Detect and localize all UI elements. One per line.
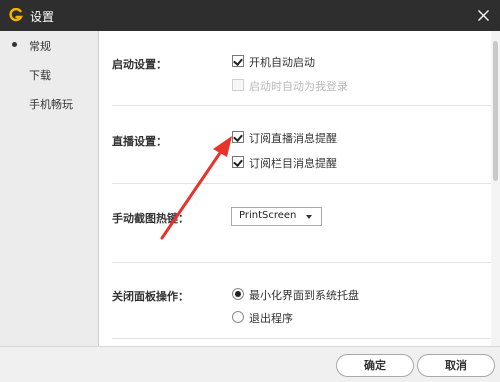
auto-start-checkbox[interactable]: [232, 55, 244, 67]
vertical-scrollbar[interactable]: [491, 31, 500, 346]
section-divider: [112, 105, 491, 106]
exit-program-radio[interactable]: [232, 311, 244, 323]
close-panel-label: 关闭面板操作：: [112, 290, 189, 303]
startup-settings-label: 启动设置：: [112, 58, 167, 71]
column-reminder-checkbox[interactable]: [232, 156, 244, 168]
checkmark-icon: [233, 56, 243, 66]
sidebar-item-label: 下载: [29, 69, 51, 82]
live-reminder-label: 订阅直播消息提醒: [249, 132, 337, 145]
ok-button[interactable]: 确定: [336, 354, 414, 377]
window-title: 设置: [30, 10, 55, 24]
column-reminder-label: 订阅栏目消息提醒: [249, 157, 337, 170]
chevron-down-icon: [306, 215, 312, 219]
minimize-to-tray-radio[interactable]: [232, 288, 244, 300]
hotkey-value: PrintScreen: [239, 210, 297, 221]
auto-start-label: 开机自动启动: [249, 56, 315, 69]
sidebar-item-download[interactable]: 下载: [0, 60, 99, 90]
auto-login-label: 启动时自动为我登录: [249, 80, 348, 93]
sidebar-item-mobile-play[interactable]: 手机畅玩: [0, 89, 99, 119]
checkmark-icon: [233, 157, 243, 167]
sidebar-item-label: 常规: [29, 40, 51, 53]
title-bar: 设置: [0, 0, 500, 31]
hotkey-dropdown[interactable]: PrintScreen: [231, 207, 322, 226]
live-settings-label: 直播设置：: [112, 135, 167, 148]
live-reminder-checkbox[interactable]: [232, 131, 244, 143]
sidebar-item-general[interactable]: 常规: [0, 31, 99, 61]
exit-program-label: 退出程序: [249, 312, 293, 325]
dialog-footer: 确定 取消: [0, 346, 500, 382]
section-divider: [112, 338, 491, 339]
selected-bullet-icon: [12, 42, 17, 47]
checkmark-icon: [233, 132, 243, 142]
settings-content: 启动设置： 开机自动启动 启动时自动为我登录 直播设置： 订阅直播消息提醒 订阅…: [100, 31, 491, 346]
scrollbar-thumb[interactable]: [493, 41, 498, 181]
screenshot-hotkey-label: 手动截图热键：: [112, 212, 189, 225]
minimize-to-tray-label: 最小化界面到系统托盘: [249, 289, 359, 302]
app-logo-icon: [9, 8, 23, 22]
section-divider: [112, 183, 491, 184]
sidebar-item-label: 手机畅玩: [29, 98, 73, 111]
auto-login-checkbox: [232, 79, 244, 91]
cancel-button[interactable]: 取消: [417, 354, 495, 377]
radio-selected-dot: [235, 291, 241, 297]
sidebar: 常规 下载 手机畅玩: [0, 31, 99, 346]
section-divider: [112, 262, 491, 263]
ok-button-label: 确定: [364, 359, 386, 372]
cancel-button-label: 取消: [445, 359, 467, 372]
close-icon[interactable]: [477, 9, 490, 22]
